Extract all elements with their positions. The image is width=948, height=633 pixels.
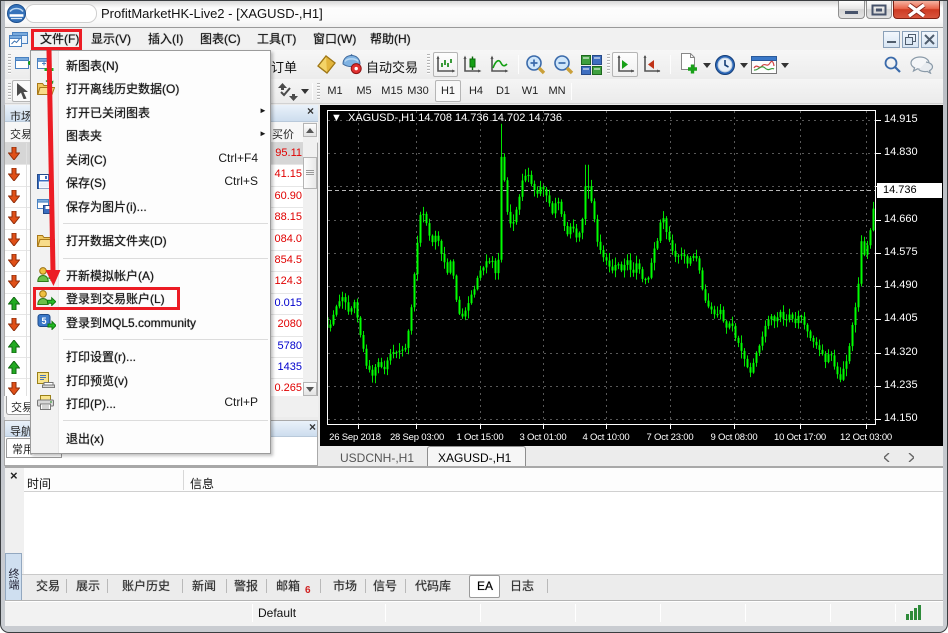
svg-text:5: 5 bbox=[41, 316, 46, 326]
